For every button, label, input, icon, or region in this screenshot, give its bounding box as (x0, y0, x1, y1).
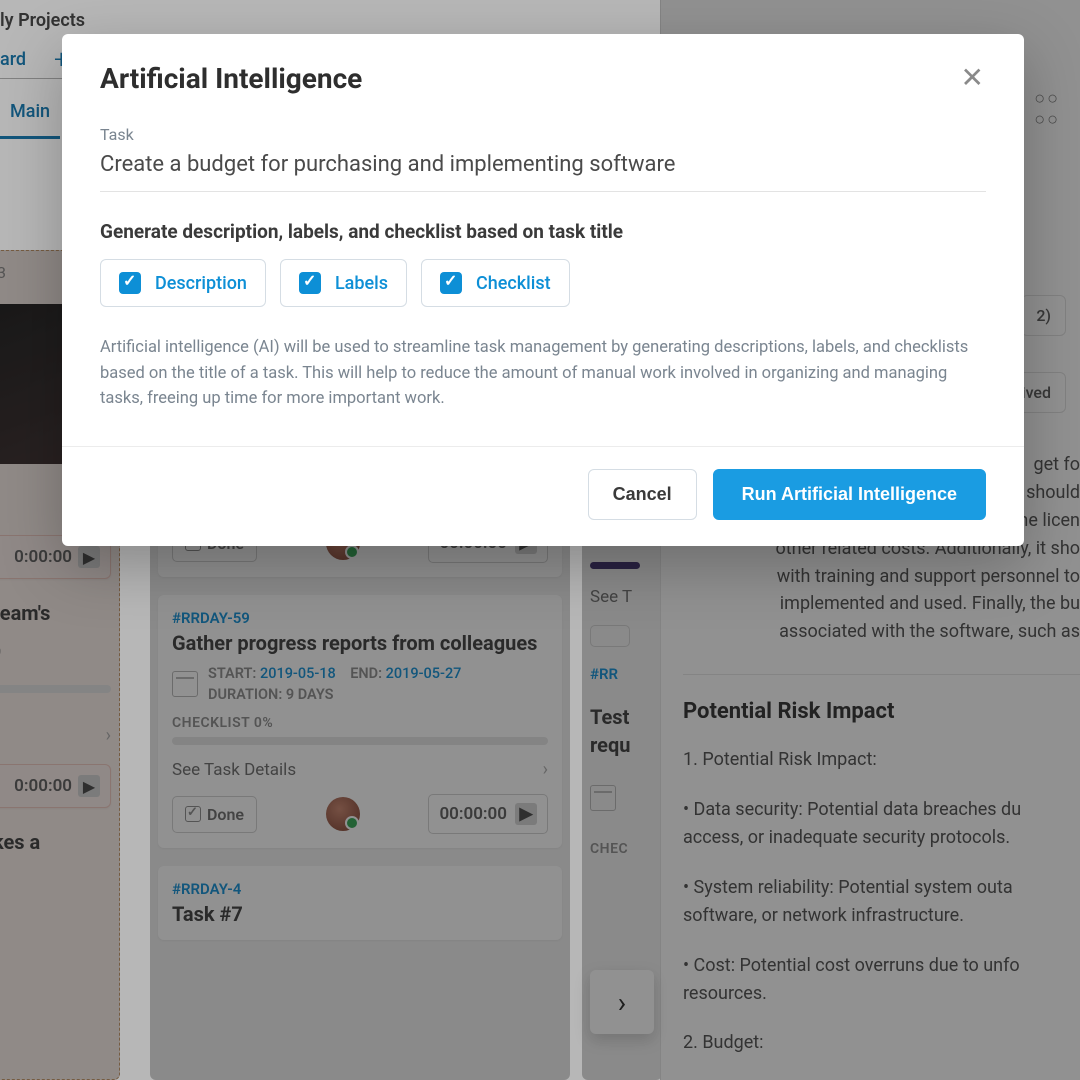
ai-modal: Artificial Intelligence ✕ Task Create a … (62, 34, 1024, 546)
chip-label: Description (155, 273, 247, 294)
checkbox-checked-icon (119, 272, 141, 294)
modal-title: Artificial Intelligence (100, 62, 362, 95)
task-name-value: Create a budget for purchasing and imple… (100, 152, 986, 192)
modal-footer: Cancel Run Artificial Intelligence (62, 446, 1024, 546)
help-text: Artificial intelligence (AI) will be use… (100, 335, 986, 412)
chip-label: Labels (335, 273, 388, 294)
cancel-button[interactable]: Cancel (588, 469, 697, 520)
field-label-task: Task (100, 125, 986, 144)
options-row: Description Labels Checklist (100, 259, 986, 307)
checkbox-checked-icon (440, 272, 462, 294)
chip-labels[interactable]: Labels (280, 259, 407, 307)
close-icon[interactable]: ✕ (959, 62, 986, 94)
run-ai-button[interactable]: Run Artificial Intelligence (713, 469, 986, 520)
chip-description[interactable]: Description (100, 259, 266, 307)
checkbox-checked-icon (299, 272, 321, 294)
chip-checklist[interactable]: Checklist (421, 259, 570, 307)
generate-heading: Generate description, labels, and checkl… (100, 220, 986, 243)
chip-label: Checklist (476, 273, 551, 294)
